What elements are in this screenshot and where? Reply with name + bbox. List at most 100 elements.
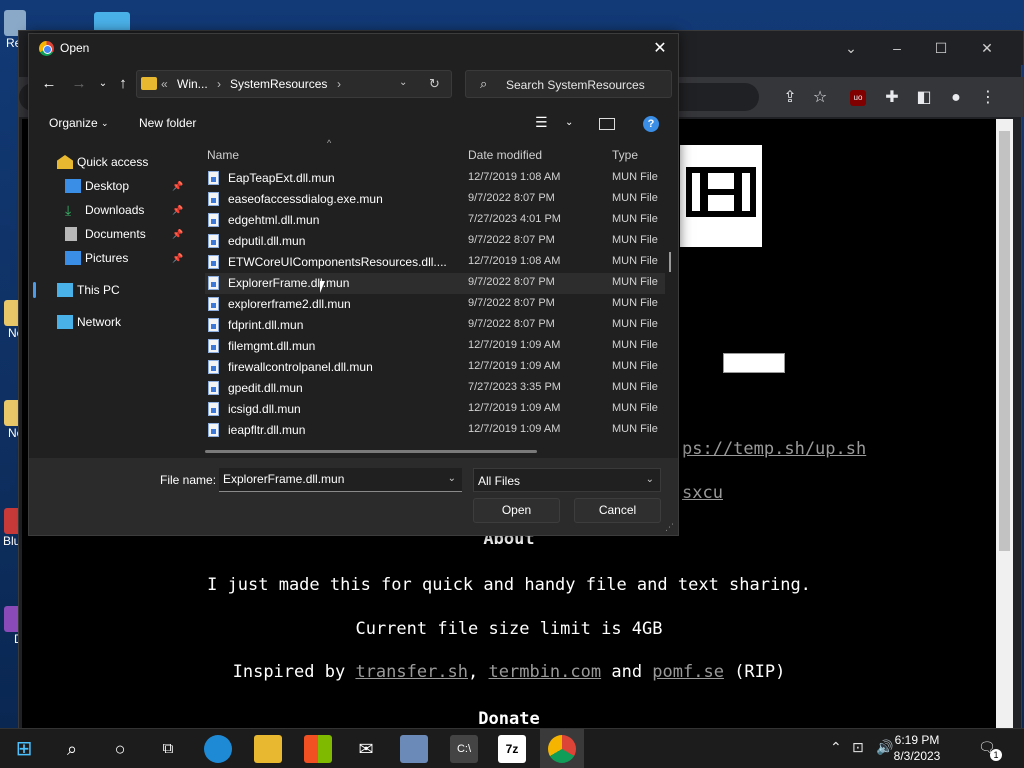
up-arrow-icon[interactable]: ↑ bbox=[113, 74, 133, 94]
pin-icon[interactable]: 📌 bbox=[172, 229, 183, 240]
command-prompt-icon[interactable]: C:\ bbox=[450, 735, 478, 763]
forward-arrow-icon[interactable]: → bbox=[69, 74, 89, 94]
termbin-link[interactable]: termbin.com bbox=[489, 662, 602, 682]
file-list-horizontal-scrollbar[interactable] bbox=[205, 450, 537, 453]
column-header-name[interactable]: Name bbox=[207, 148, 239, 162]
breadcrumb-systemresources[interactable]: SystemResources bbox=[230, 77, 327, 91]
refresh-icon[interactable]: ↻ bbox=[429, 76, 440, 92]
view-chevron-icon[interactable]: ⌄ bbox=[565, 117, 573, 128]
column-header-date[interactable]: Date modified bbox=[468, 148, 542, 162]
dialog-close-icon[interactable]: ✕ bbox=[650, 39, 670, 59]
file-row[interactable]: edgehtml.dll.mun 7/27/2023 4:01 PM MUN F… bbox=[205, 210, 665, 231]
column-header-type[interactable]: Type bbox=[612, 148, 638, 162]
pin-icon[interactable]: 📌 bbox=[172, 181, 183, 192]
tab-search-chevron-icon[interactable]: ⌄ bbox=[831, 39, 871, 57]
rip-suffix: (RIP) bbox=[723, 662, 786, 682]
file-row[interactable]: icsigd.dll.mun 12/7/2019 1:09 AM MUN Fil… bbox=[205, 399, 665, 420]
close-browser-button[interactable]: ✕ bbox=[967, 39, 1007, 57]
file-icon bbox=[208, 423, 219, 437]
recent-locations-chevron-icon[interactable]: ⌄ bbox=[93, 74, 113, 94]
nav-label: This PC bbox=[77, 283, 120, 297]
back-arrow-icon[interactable]: ← bbox=[39, 74, 59, 94]
pictures-icon bbox=[65, 251, 81, 265]
store-icon[interactable] bbox=[304, 735, 332, 763]
edge-icon[interactable] bbox=[204, 735, 232, 763]
cortana-icon[interactable]: ○ bbox=[106, 735, 134, 763]
search-box[interactable]: ⌕ Search SystemResources bbox=[465, 70, 672, 98]
volume-icon[interactable]: 🔊 bbox=[876, 739, 893, 756]
transfer-sh-link[interactable]: transfer.sh bbox=[355, 662, 468, 682]
file-row[interactable]: easeofaccessdialog.exe.mun 9/7/2022 8:07… bbox=[205, 189, 665, 210]
logo-stroke bbox=[700, 189, 742, 195]
file-row[interactable]: edputil.dll.mun 9/7/2022 8:07 PM MUN Fil… bbox=[205, 231, 665, 252]
file-row[interactable]: filemgmt.dll.mun 12/7/2019 1:09 AM MUN F… bbox=[205, 336, 665, 357]
side-panel-icon[interactable]: ◧ bbox=[913, 87, 935, 109]
cancel-button[interactable]: Cancel bbox=[574, 498, 661, 523]
file-name-input[interactable] bbox=[223, 472, 433, 486]
file-row[interactable]: EapTeapExt.dll.mun 12/7/2019 1:08 AM MUN… bbox=[205, 168, 665, 189]
sxcu-link[interactable]: sxcu bbox=[682, 483, 723, 503]
file-name: easeofaccessdialog.exe.mun bbox=[228, 192, 383, 206]
pin-icon[interactable]: 📌 bbox=[172, 205, 183, 216]
organize-menu[interactable]: Organize bbox=[49, 116, 98, 130]
file-date: 9/7/2022 8:07 PM bbox=[468, 318, 555, 330]
breadcrumb-windows[interactable]: Win... bbox=[177, 77, 208, 91]
profile-avatar-icon[interactable]: ● bbox=[945, 87, 967, 109]
chrome-logo-icon bbox=[39, 41, 54, 56]
resize-grip-icon[interactable]: ⋰ bbox=[665, 522, 674, 533]
task-view-icon[interactable]: ⧉ bbox=[154, 735, 182, 763]
view-options-icon[interactable]: ☰ bbox=[535, 114, 548, 131]
network-icon bbox=[57, 315, 73, 329]
preview-pane-icon[interactable] bbox=[599, 118, 615, 130]
new-folder-button[interactable]: New folder bbox=[139, 116, 196, 130]
page-scrollbar[interactable] bbox=[996, 119, 1013, 731]
help-icon[interactable]: ? bbox=[643, 116, 659, 132]
search-icon[interactable]: ⌕ bbox=[58, 735, 86, 763]
minimize-button[interactable]: – bbox=[877, 39, 917, 57]
file-type-select[interactable]: All Files ⌄ bbox=[473, 468, 661, 492]
7zip-icon[interactable]: 7z bbox=[498, 735, 526, 763]
chrome-icon[interactable] bbox=[548, 735, 576, 763]
file-row[interactable]: fdprint.dll.mun 9/7/2022 8:07 PM MUN Fil… bbox=[205, 315, 665, 336]
file-row[interactable]: explorerframe2.dll.mun 9/7/2022 8:07 PM … bbox=[205, 294, 665, 315]
pomf-link[interactable]: pomf.se bbox=[652, 662, 724, 682]
file-row-hovered[interactable]: ExplorerFrame.dll.mun 9/7/2022 8:07 PM M… bbox=[205, 273, 665, 294]
page-scrollbar-thumb[interactable] bbox=[999, 131, 1010, 551]
show-hidden-icons-chevron-icon[interactable]: ⌃ bbox=[830, 739, 842, 756]
share-icon[interactable]: ⇪ bbox=[779, 87, 801, 109]
open-button[interactable]: Open bbox=[473, 498, 560, 523]
file-date: 9/7/2022 8:07 PM bbox=[468, 297, 555, 309]
nav-this-pc[interactable]: This PC bbox=[33, 280, 191, 302]
file-row[interactable]: ieapfltr.dll.mun 12/7/2019 1:09 AM MUN F… bbox=[205, 420, 665, 441]
dialog-titlebar: Open ✕ bbox=[29, 34, 678, 64]
file-name: fdprint.dll.mun bbox=[228, 318, 304, 332]
ublock-icon[interactable]: uo bbox=[850, 90, 866, 106]
bookmark-star-icon[interactable]: ☆ bbox=[809, 87, 831, 109]
mail-icon[interactable]: ✉ bbox=[352, 735, 380, 763]
upload-button[interactable]: Upload bbox=[723, 353, 785, 373]
menu-kebab-icon[interactable]: ⋮ bbox=[977, 87, 999, 109]
file-explorer-icon[interactable] bbox=[254, 735, 282, 763]
maximize-button[interactable]: ☐ bbox=[921, 39, 961, 57]
extensions-puzzle-icon[interactable]: ✚ bbox=[881, 87, 903, 109]
photos-icon[interactable] bbox=[400, 735, 428, 763]
file-row[interactable]: firewallcontrolpanel.dll.mun 12/7/2019 1… bbox=[205, 357, 665, 378]
file-name: gpedit.dll.mun bbox=[228, 381, 303, 395]
windows-start-icon[interactable]: ⊞ bbox=[10, 735, 38, 763]
network-tray-icon[interactable]: ⊡ bbox=[852, 739, 864, 756]
file-type: MUN File bbox=[612, 423, 658, 435]
file-name-field[interactable]: ⌄ bbox=[219, 468, 462, 492]
address-dropdown-chevron-icon[interactable]: ⌄ bbox=[399, 77, 407, 88]
file-type-chevron-icon: ⌄ bbox=[645, 474, 654, 485]
address-overflow-icon[interactable]: « bbox=[161, 77, 168, 91]
file-row[interactable]: gpedit.dll.mun 7/27/2023 3:35 PM MUN Fil… bbox=[205, 378, 665, 399]
file-list-vertical-scrollbar[interactable] bbox=[669, 252, 671, 272]
file-type: MUN File bbox=[612, 276, 658, 288]
upload-url-link[interactable]: ps://temp.sh/up.sh bbox=[682, 439, 866, 459]
system-clock[interactable]: 6:19 PM 8/3/2023 bbox=[892, 732, 942, 764]
pin-icon[interactable]: 📌 bbox=[172, 253, 183, 264]
address-bar[interactable]: « Win... › SystemResources › ⌄ ↻ bbox=[136, 70, 452, 98]
file-name-dropdown-chevron-icon[interactable]: ⌄ bbox=[448, 473, 456, 484]
file-row[interactable]: ETWCoreUIComponentsResources.dll.... 12/… bbox=[205, 252, 665, 273]
home-icon bbox=[57, 155, 73, 169]
